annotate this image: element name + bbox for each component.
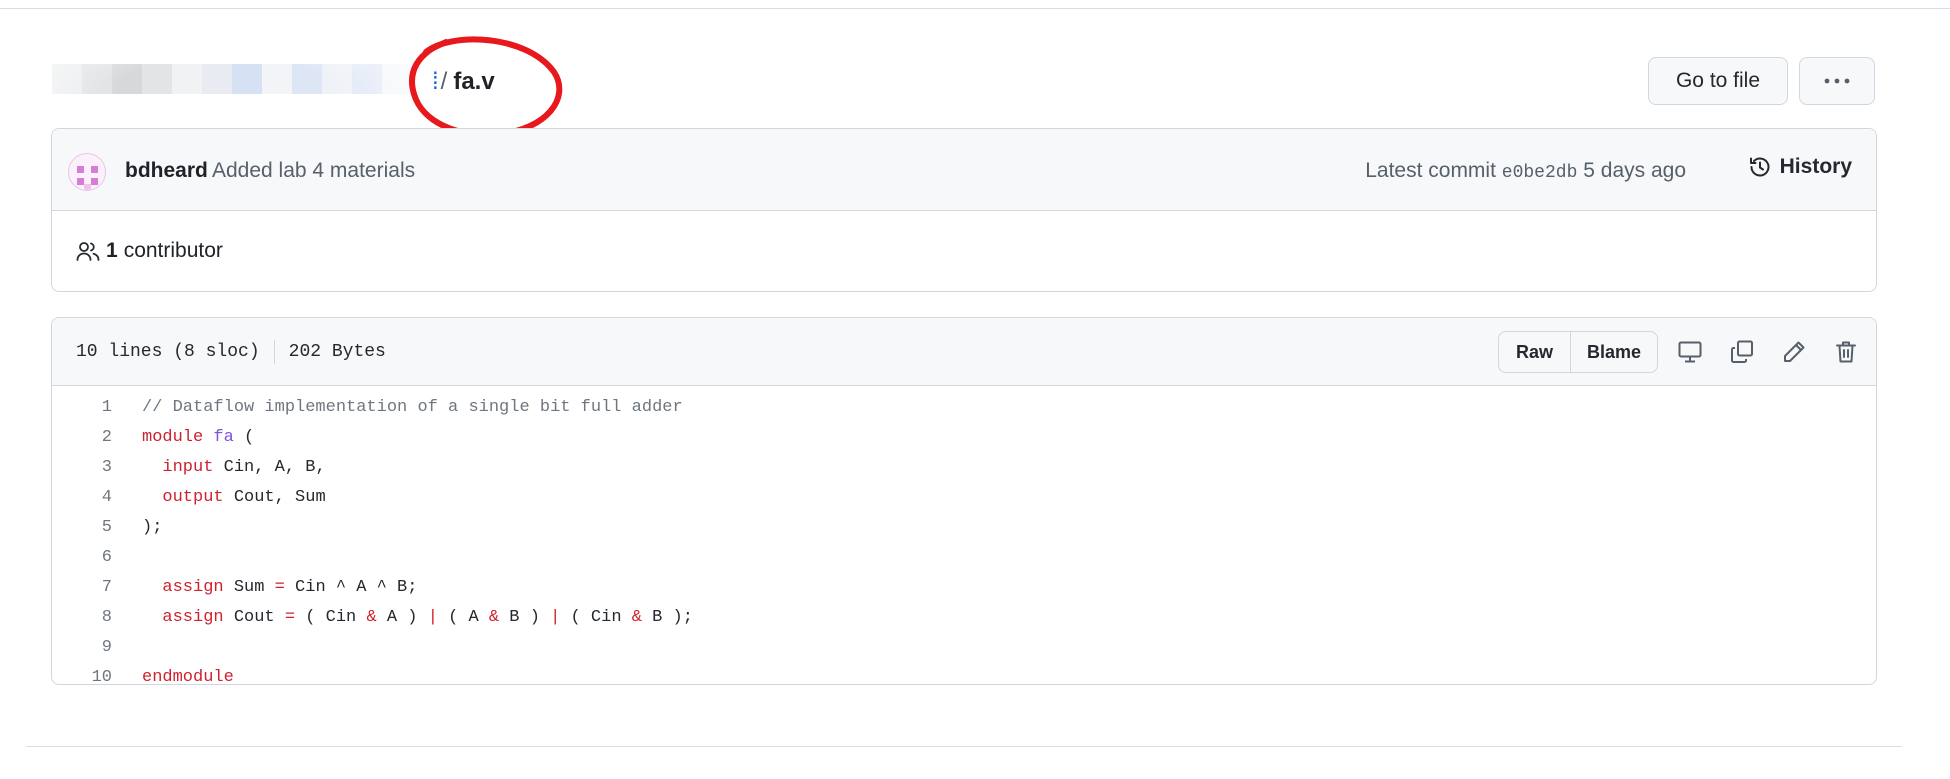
code-line: 1 // Dataflow implementation of a single… (52, 392, 1876, 422)
line-number[interactable]: 1 (52, 398, 112, 417)
copy-icon[interactable] (1728, 338, 1756, 366)
commit-meta: Latest commit e0be2db 5 days ago (1365, 159, 1686, 183)
line-source: output Cout, Sum (162, 487, 326, 507)
commit-time: 5 days ago (1583, 159, 1686, 182)
line-number[interactable]: 5 (52, 518, 112, 537)
avatar[interactable] (68, 153, 106, 191)
history-label: History (1779, 155, 1852, 178)
desktop-icon[interactable] (1676, 338, 1704, 366)
line-number[interactable]: 9 (52, 638, 112, 657)
code-line: 6 (52, 542, 1876, 572)
pencil-icon[interactable] (1780, 338, 1808, 366)
line-count: 10 lines (8 sloc) (76, 342, 260, 362)
line-source: assign Sum = Cin ^ A ^ B; (162, 577, 418, 597)
code-line: 3 input Cin, A, B, (52, 452, 1876, 482)
line-number[interactable]: 7 (52, 578, 112, 597)
line-source: module fa ( (142, 427, 255, 447)
file-info: 10 lines (8 sloc) 202 Bytes (76, 340, 386, 364)
line-number[interactable]: 10 (52, 668, 112, 685)
line-number[interactable]: 8 (52, 608, 112, 627)
breadcrumb-row: ⁞/fa.v (24, 14, 1878, 154)
breadcrumb-path: ⁞/fa.v (432, 68, 495, 96)
line-number[interactable]: 2 (52, 428, 112, 447)
contributor-count[interactable]: 1 (106, 239, 118, 263)
code-line: 2 module fa ( (52, 422, 1876, 452)
more-options-button[interactable] (1799, 57, 1875, 105)
contributor-label[interactable]: contributor (124, 239, 223, 263)
line-source: // Dataflow implementation of a single b… (142, 397, 683, 417)
raw-blame-group: Raw Blame (1498, 331, 1658, 373)
kebab-horizontal-icon (1824, 78, 1850, 84)
code-line: 4 output Cout, Sum (52, 482, 1876, 512)
breadcrumb-file-name: fa.v (453, 68, 495, 95)
commit-author[interactable]: bdheard (125, 159, 208, 183)
code-line: 9 (52, 632, 1876, 662)
code-line: 8 assign Cout = ( Cin & A ) | ( A & B ) … (52, 602, 1876, 632)
line-source: endmodule (142, 667, 234, 685)
commit-header: bdheard Added lab 4 materials Latest com… (52, 129, 1876, 211)
code-line: 7 assign Sum = Cin ^ A ^ B; (52, 572, 1876, 602)
blame-button[interactable]: Blame (1571, 332, 1657, 372)
code-line: 10 endmodule (52, 662, 1876, 685)
breadcrumb-separator: / (440, 68, 448, 95)
latest-commit-label: Latest commit (1365, 159, 1496, 182)
code-body: 1 // Dataflow implementation of a single… (52, 386, 1876, 685)
raw-button[interactable]: Raw (1499, 332, 1571, 372)
history-icon (1749, 157, 1770, 177)
code-line: 5 ); (52, 512, 1876, 542)
redacted-breadcrumb (24, 14, 464, 154)
file-info-divider (273, 340, 275, 364)
trash-icon[interactable] (1832, 338, 1860, 366)
file-viewer: 10 lines (8 sloc) 202 Bytes Raw Blame 1 … (51, 317, 1877, 685)
commit-sha[interactable]: e0be2db (1502, 163, 1578, 183)
top-border (0, 8, 1950, 9)
commit-message[interactable]: Added lab 4 materials (212, 159, 415, 183)
go-to-file-button[interactable]: Go to file (1648, 57, 1788, 105)
line-number[interactable]: 4 (52, 488, 112, 507)
file-header: 10 lines (8 sloc) 202 Bytes Raw Blame (52, 318, 1876, 386)
line-source: input Cin, A, B, (162, 457, 326, 477)
contributors-row: 1 contributor (52, 211, 1876, 291)
people-icon (76, 242, 100, 261)
history-link[interactable]: History (1748, 155, 1852, 179)
footer-divider (26, 746, 1902, 747)
line-source: ); (142, 517, 163, 537)
line-source: assign Cout = ( Cin & A ) | ( A & B ) | … (162, 607, 693, 627)
line-number[interactable]: 6 (52, 548, 112, 567)
latest-commit-box: bdheard Added lab 4 materials Latest com… (51, 128, 1877, 292)
line-number[interactable]: 3 (52, 458, 112, 477)
file-size: 202 Bytes (288, 342, 386, 362)
breadcrumb-link-fragment[interactable]: ⁞ (432, 68, 439, 95)
